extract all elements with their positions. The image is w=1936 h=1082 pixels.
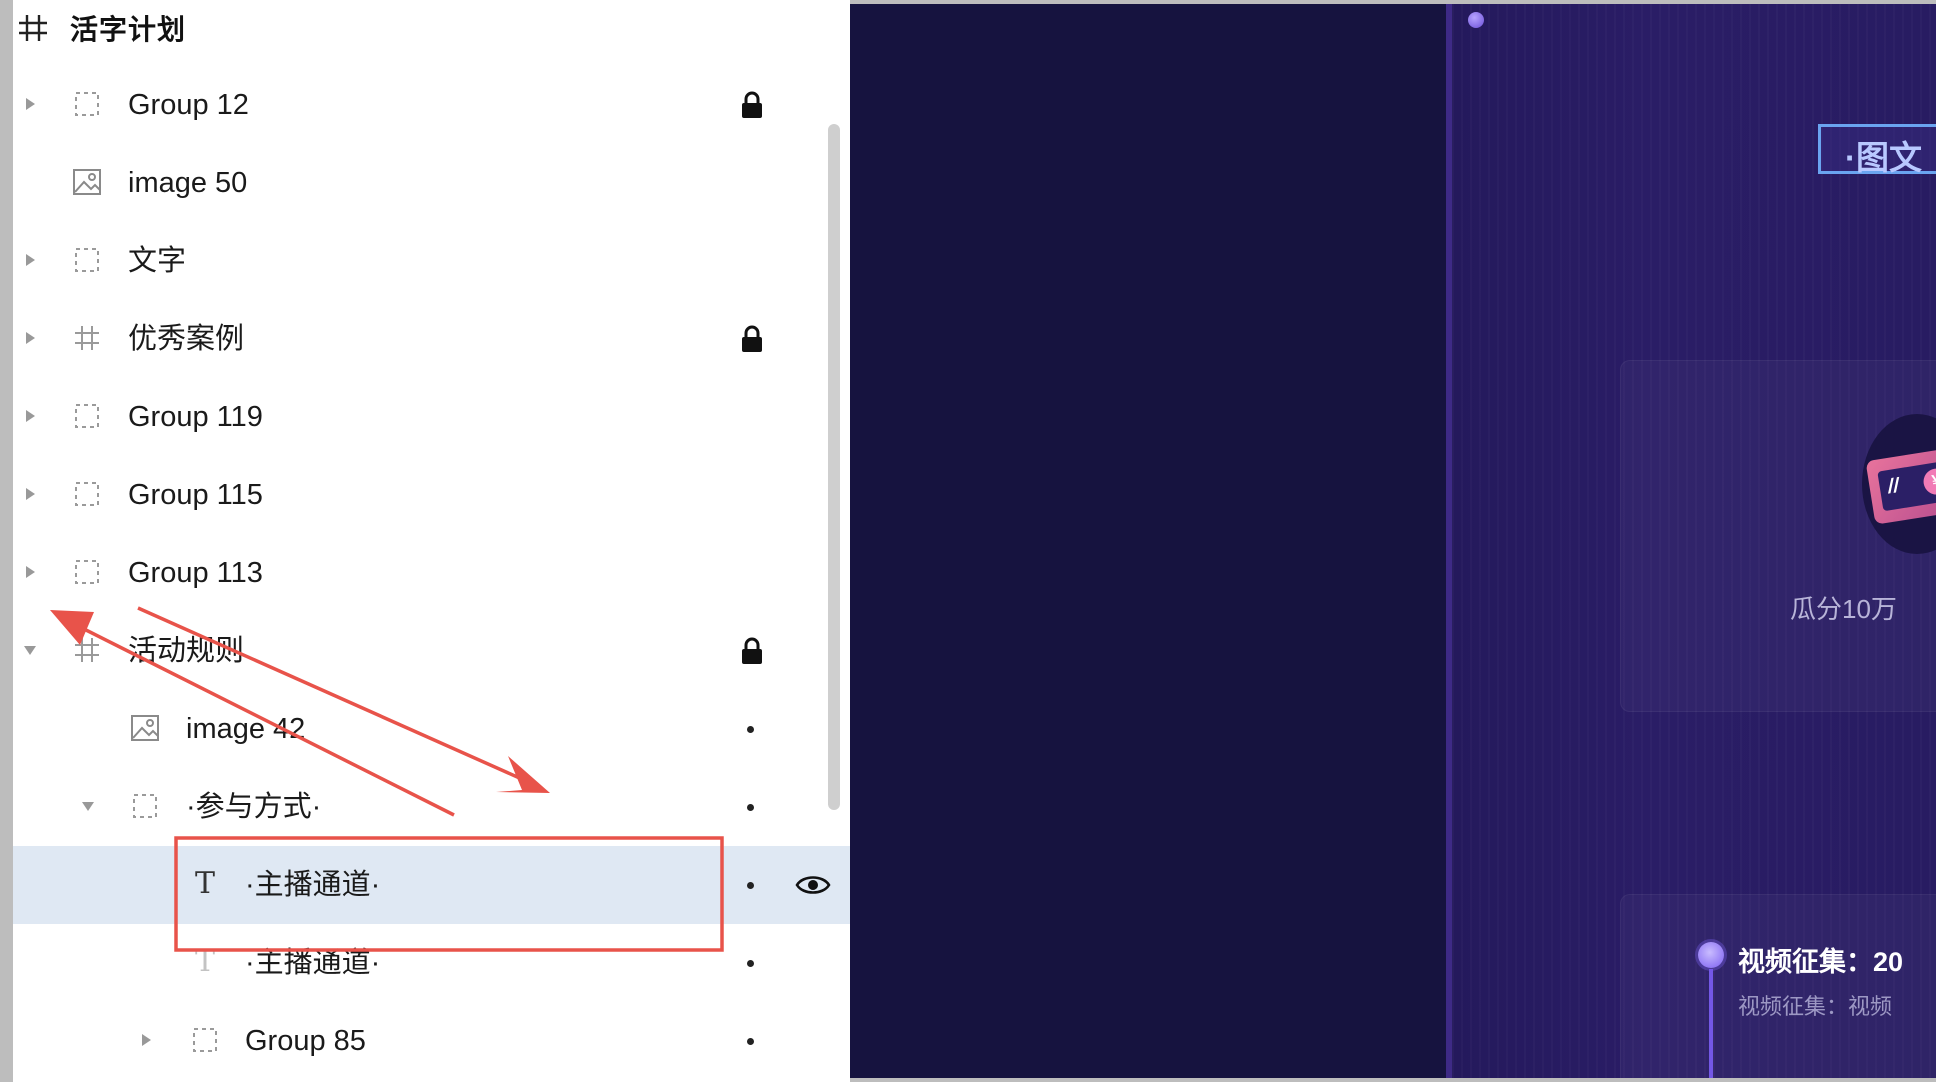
layer-label: Group 12	[128, 89, 249, 121]
lock-icon[interactable]	[740, 91, 764, 119]
timeline-subtitle: 视频征集：视频	[1738, 994, 1893, 1019]
layer-row-image-50[interactable]: image 50	[13, 144, 850, 222]
layer-label: image 50	[128, 167, 248, 199]
group-dashed-icon	[75, 92, 99, 116]
image-icon	[131, 715, 159, 741]
caret-right-icon[interactable]	[19, 483, 41, 505]
layer-label: Group 113	[128, 557, 263, 589]
layer-label: ·主播通道·	[245, 947, 381, 979]
group-dashed-icon	[75, 482, 99, 506]
layer-label: Group 85	[245, 1025, 366, 1057]
layers-panel: 活字计划 Group 12 image 50 文字 优秀案例 Group 119…	[0, 0, 850, 1082]
layer-row-activity-rules[interactable]: 活动规则	[13, 612, 850, 690]
caret-right-icon[interactable]	[19, 405, 41, 427]
lock-icon[interactable]	[740, 637, 764, 665]
layer-label: 活动规则	[128, 635, 245, 667]
caret-right-icon[interactable]	[19, 327, 41, 349]
dot-icon[interactable]	[747, 804, 754, 811]
layer-row-group-85[interactable]: Group 85	[13, 1002, 850, 1080]
layer-row-image-42[interactable]: image 42	[13, 690, 850, 768]
layer-row-group-12[interactable]: Group 12	[13, 66, 850, 144]
frame-title: 活字计划	[70, 14, 187, 45]
layer-row-group-113[interactable]: Group 113	[13, 534, 850, 612]
window-edge	[0, 0, 13, 1082]
ticket-icon: // ¥	[1865, 447, 1936, 525]
section-title-box[interactable]: ·图文	[1818, 124, 1936, 176]
ticket-slashes: //	[1886, 474, 1901, 499]
dot-icon[interactable]	[747, 726, 754, 733]
dot-icon[interactable]	[747, 882, 754, 889]
frame-hash-icon	[75, 638, 99, 662]
layer-row-excellent-cases[interactable]: 优秀案例	[13, 300, 850, 378]
layers-scrollbar[interactable]	[828, 124, 840, 810]
caret-right-icon[interactable]	[19, 561, 41, 583]
layer-label: ·参与方式·	[186, 791, 322, 823]
section-title: ·图文	[1845, 139, 1922, 176]
layer-row-group-119[interactable]: Group 119	[13, 378, 850, 456]
lock-icon[interactable]	[740, 325, 764, 353]
yuan-coin-icon: ¥	[1921, 466, 1936, 497]
timeline-dot	[1698, 942, 1724, 968]
group-dashed-icon	[75, 248, 99, 272]
layer-label: Group 119	[128, 401, 263, 433]
artboard[interactable]: ·图文 // ¥ 瓜分10万 视频征集：20 视频征集：视频	[1446, 4, 1936, 1078]
text-layer-icon: T	[194, 866, 215, 901]
timeline-line	[1709, 969, 1713, 1078]
frame-header[interactable]: 活字计划	[14, 0, 844, 56]
caret-down-icon[interactable]	[77, 795, 99, 817]
group-dashed-icon	[75, 560, 99, 584]
frame-hash-icon	[75, 326, 99, 350]
layer-row-participation[interactable]: ·参与方式·	[13, 768, 850, 846]
layer-row-group-115[interactable]: Group 115	[13, 456, 850, 534]
eye-icon[interactable]	[795, 870, 831, 900]
timeline-card	[1620, 894, 1936, 1078]
layer-label: image 42	[186, 713, 306, 745]
caret-right-icon[interactable]	[19, 249, 41, 271]
layer-row-streamer-channel-selected[interactable]: T ·主播通道·	[13, 846, 850, 924]
group-dashed-icon	[133, 794, 157, 818]
image-icon	[73, 169, 101, 195]
text-layer-icon: T	[194, 944, 215, 979]
layer-label: 优秀案例	[128, 323, 245, 355]
prize-text: 瓜分10万	[1790, 594, 1897, 624]
dot-icon[interactable]	[747, 960, 754, 967]
group-dashed-icon	[75, 404, 99, 428]
dot-icon[interactable]	[747, 1038, 754, 1045]
layer-label: ·主播通道·	[245, 869, 381, 901]
caret-right-icon[interactable]	[19, 93, 41, 115]
caret-down-icon[interactable]	[19, 639, 41, 661]
layer-label: Group 115	[128, 479, 263, 511]
timeline-title: 视频征集：20	[1738, 947, 1904, 977]
group-dashed-icon	[193, 1028, 217, 1052]
frame-hash-icon	[19, 15, 47, 41]
layer-row-streamer-channel-copy[interactable]: T ·主播通道·	[13, 924, 850, 1002]
layer-label: 文字	[128, 245, 187, 277]
ticket-inner: // ¥	[1877, 460, 1936, 512]
layer-row-text-group[interactable]: 文字	[13, 222, 850, 300]
artboard-knob	[1468, 12, 1484, 28]
caret-right-icon[interactable]	[135, 1029, 157, 1051]
design-canvas[interactable]: ·图文 // ¥ 瓜分10万 视频征集：20 视频征集：视频	[850, 4, 1936, 1078]
